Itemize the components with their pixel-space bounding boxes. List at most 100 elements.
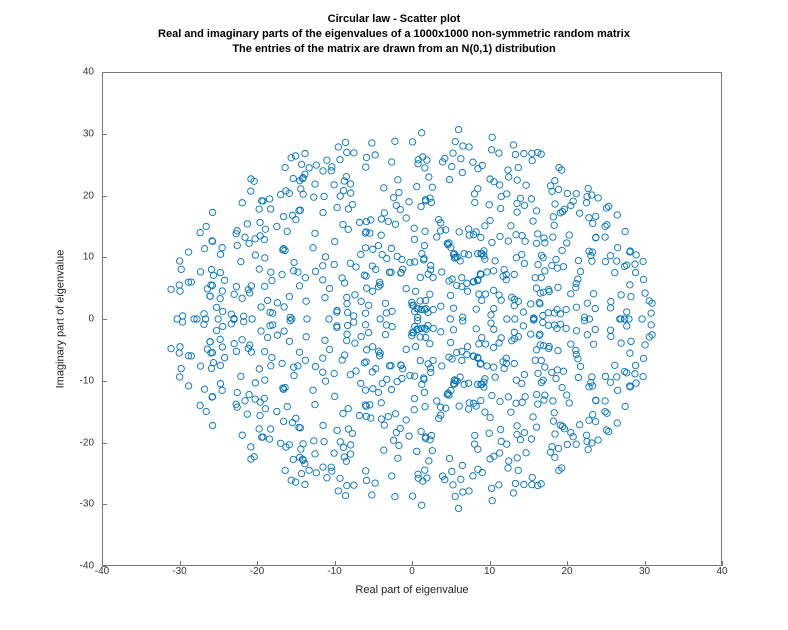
data-point	[466, 144, 472, 150]
data-point	[450, 327, 456, 333]
data-point	[533, 240, 539, 246]
data-point	[320, 263, 326, 269]
data-point	[559, 384, 565, 390]
y-tick-mark	[102, 196, 107, 197]
chart-subtitle-2: The entries of the matrix are drawn from…	[0, 42, 788, 57]
data-point	[508, 223, 514, 229]
data-point	[535, 231, 541, 237]
data-point	[450, 150, 456, 156]
data-point	[362, 387, 368, 393]
data-point	[362, 322, 368, 328]
data-point	[550, 234, 556, 240]
data-point	[563, 306, 569, 312]
data-point	[521, 429, 527, 435]
data-point	[347, 260, 353, 266]
data-point	[489, 239, 495, 245]
data-point	[320, 369, 326, 375]
data-point	[633, 380, 639, 386]
data-point	[383, 310, 389, 316]
data-point	[464, 344, 470, 350]
data-point	[535, 261, 541, 267]
data-point	[552, 431, 558, 437]
data-point	[614, 244, 620, 250]
data-point	[367, 402, 373, 408]
data-point	[564, 190, 570, 196]
x-tick-label: -10	[327, 566, 341, 577]
data-point	[256, 366, 262, 372]
data-point	[201, 246, 207, 252]
data-point	[439, 363, 445, 369]
data-point	[406, 199, 412, 205]
data-point	[291, 364, 297, 370]
data-point	[513, 232, 519, 238]
y-tick-label: -20	[80, 437, 94, 448]
data-point	[298, 470, 304, 476]
data-point	[392, 494, 398, 500]
data-point	[557, 311, 563, 317]
data-point	[521, 260, 527, 266]
data-point	[256, 266, 262, 272]
data-point	[331, 450, 337, 456]
data-point	[328, 464, 334, 470]
data-point	[310, 245, 316, 251]
data-point	[456, 403, 462, 409]
data-point	[363, 347, 369, 353]
data-point	[426, 174, 432, 180]
data-point	[576, 422, 582, 428]
data-point	[640, 258, 646, 264]
data-point	[427, 341, 433, 347]
data-point	[487, 414, 493, 420]
data-point	[552, 177, 558, 183]
data-point	[375, 284, 381, 290]
data-point	[532, 357, 538, 363]
data-point	[378, 416, 384, 422]
data-point	[559, 247, 565, 253]
data-point	[614, 212, 620, 218]
data-point	[197, 269, 203, 275]
data-point	[417, 357, 423, 363]
data-point	[252, 252, 258, 258]
data-point	[519, 251, 525, 257]
data-point	[345, 226, 351, 232]
data-point	[590, 220, 596, 226]
data-point	[274, 223, 280, 229]
data-point	[573, 304, 579, 310]
y-tick-mark	[102, 381, 107, 382]
data-point	[279, 360, 285, 366]
data-point	[203, 408, 209, 414]
x-tick-mark	[567, 561, 568, 566]
data-point	[552, 454, 558, 460]
data-point	[312, 230, 318, 236]
data-point	[563, 325, 569, 331]
data-point	[590, 291, 596, 297]
data-point	[264, 297, 270, 303]
data-point	[351, 150, 357, 156]
data-point	[178, 365, 184, 371]
data-point	[473, 326, 479, 332]
data-point	[269, 354, 275, 360]
data-point	[607, 379, 613, 385]
data-point	[344, 337, 350, 343]
data-point	[358, 251, 364, 257]
data-point	[515, 467, 521, 473]
y-tick-mark	[102, 134, 107, 135]
data-point	[551, 410, 557, 416]
data-point	[577, 363, 583, 369]
data-point	[439, 269, 445, 275]
data-point	[584, 300, 590, 306]
data-point	[497, 205, 503, 211]
data-point	[482, 223, 488, 229]
data-point	[575, 356, 581, 362]
data-point	[521, 481, 527, 487]
data-point	[312, 401, 318, 407]
x-tick-label: 40	[716, 566, 727, 577]
x-tick-label: 0	[409, 566, 415, 577]
data-point	[356, 219, 362, 225]
data-point	[607, 305, 613, 311]
data-point	[475, 466, 481, 472]
data-point	[290, 456, 296, 462]
data-point	[528, 436, 534, 442]
data-point	[515, 333, 521, 339]
data-point	[513, 400, 519, 406]
data-point	[385, 218, 391, 224]
